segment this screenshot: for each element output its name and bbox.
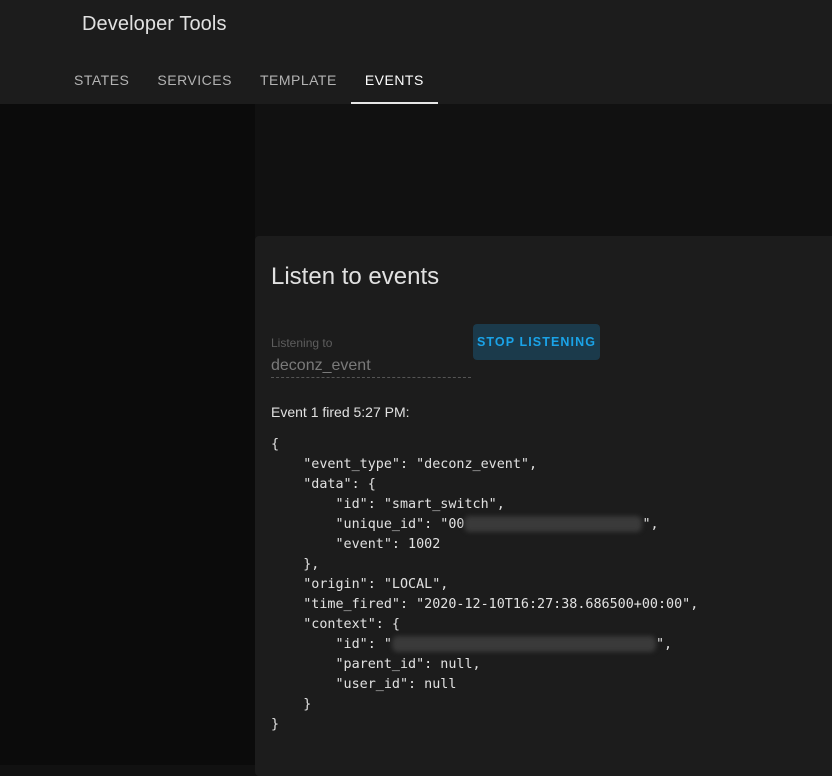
redacted-value [391,636,656,652]
json-text: ", [655,637,673,652]
tab-events[interactable]: EVENTS [350,56,438,104]
json-line: "unique_id": "00 ", [271,515,698,535]
listening-to-label: Listening to [271,336,333,350]
redacted-value [464,516,643,532]
event-fired-header: Event 1 fired 5:27 PM: [271,404,410,420]
listen-events-card: Listen to events Listening to STOP LISTE… [255,236,832,776]
event-json: { "event_type": "deconz_event", "data": … [271,435,698,735]
card-title: Listen to events [271,263,440,290]
json-line: "event_type": "deconz_event", [271,457,538,472]
json-line: "parent_id": null, [271,657,481,672]
tab-bar: STATES SERVICES TEMPLATE EVENTS [60,56,438,104]
json-text: ", [642,517,659,532]
json-text: "id": " [271,637,392,652]
json-line: "origin": "LOCAL", [271,577,449,592]
json-line: "id": "smart_switch", [271,497,505,512]
event-type-input[interactable] [271,354,471,378]
json-line: }, [271,557,320,572]
listening-to-field: Listening to [271,336,471,378]
json-line: { [271,437,280,452]
tab-template[interactable]: TEMPLATE [246,56,351,104]
sidebar [0,104,255,765]
json-line: "id": " ", [271,635,698,655]
json-line: "event": 1002 [271,537,441,552]
json-line: } [271,697,312,712]
json-line: "context": { [271,617,400,632]
app-header: Developer Tools STATES SERVICES TEMPLATE… [0,0,832,104]
json-line: "user_id": null [271,677,457,692]
json-line: "time_fired": "2020-12-10T16:27:38.68650… [271,597,699,612]
json-text: "unique_id": "00 [271,517,465,532]
stop-listening-button[interactable]: STOP LISTENING [473,324,600,360]
tab-states[interactable]: STATES [60,56,143,104]
json-line: } [271,717,280,732]
page-title: Developer Tools [82,13,227,35]
tab-services[interactable]: SERVICES [143,56,246,104]
json-line: "data": { [271,477,376,492]
